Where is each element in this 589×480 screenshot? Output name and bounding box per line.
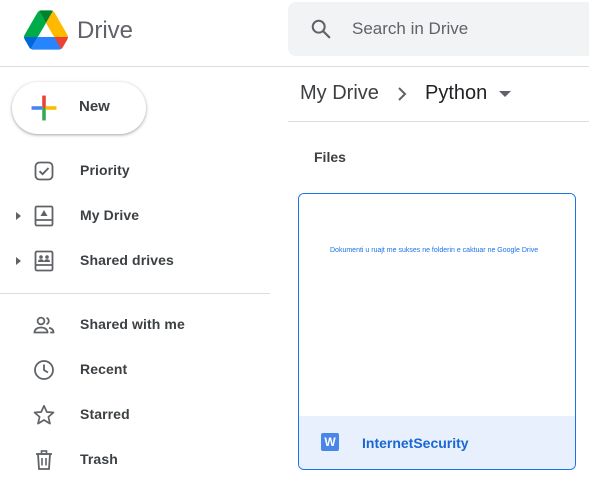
word-icon-letter: W <box>324 435 336 449</box>
priority-checkbox-icon <box>34 161 54 181</box>
sidebar-item-label: Shared drives <box>80 252 174 268</box>
search-bar[interactable] <box>288 2 589 56</box>
breadcrumb-my-drive[interactable]: My Drive <box>300 82 379 105</box>
sidebar-item-label: Recent <box>80 361 128 377</box>
file-preview-thumbnail[interactable]: Dokumenti u ruajt me sukses ne folderin … <box>299 194 575 416</box>
sidebar-item-recent[interactable]: Recent <box>0 350 270 390</box>
sidebar-item-label: Trash <box>80 451 118 467</box>
product-name: Drive <box>77 17 134 44</box>
shared-drives-icon <box>34 250 54 272</box>
new-button-label: New <box>79 98 110 115</box>
my-drive-icon <box>34 205 54 227</box>
files-section-title: Files <box>314 149 346 165</box>
expand-arrow-icon[interactable] <box>13 210 23 222</box>
new-button[interactable]: New <box>12 82 146 134</box>
sidebar-item-shared-drives[interactable]: Shared drives <box>0 241 270 281</box>
sidebar-item-starred[interactable]: Starred <box>0 395 270 435</box>
sidebar-item-trash[interactable]: Trash <box>0 440 270 480</box>
sidebar-divider <box>0 293 270 294</box>
file-card[interactable]: Dokumenti u ruajt me sukses ne folderin … <box>298 193 576 470</box>
word-doc-icon: W <box>321 433 339 451</box>
trash-icon <box>36 450 52 470</box>
dropdown-arrow-icon[interactable] <box>498 90 512 98</box>
sidebar-item-label: Starred <box>80 406 130 422</box>
search-input[interactable] <box>352 2 582 56</box>
preview-text: Dokumenti u ruajt me sukses ne folderin … <box>330 247 539 254</box>
breadcrumb: My Drive Python <box>288 67 589 122</box>
sidebar-item-shared-with-me[interactable]: Shared with me <box>0 305 270 345</box>
plus-icon <box>31 95 57 121</box>
clock-icon <box>34 360 54 380</box>
search-icon[interactable] <box>310 18 332 40</box>
people-icon <box>33 316 55 334</box>
chevron-right-icon <box>398 87 407 101</box>
file-name[interactable]: InternetSecurity <box>362 435 469 451</box>
file-title-bar[interactable]: W InternetSecurity <box>299 416 575 469</box>
sidebar-item-label: My Drive <box>80 207 140 223</box>
sidebar-item-label: Priority <box>80 162 130 178</box>
expand-arrow-icon[interactable] <box>13 255 23 267</box>
sidebar-item-priority[interactable]: Priority <box>0 151 270 191</box>
breadcrumb-current-folder[interactable]: Python <box>425 82 487 105</box>
drive-logo-icon[interactable] <box>24 10 68 50</box>
star-icon <box>33 404 55 425</box>
sidebar-item-label: Shared with me <box>80 316 185 332</box>
sidebar-item-my-drive[interactable]: My Drive <box>0 196 270 236</box>
top-bar: Drive <box>0 0 589 67</box>
